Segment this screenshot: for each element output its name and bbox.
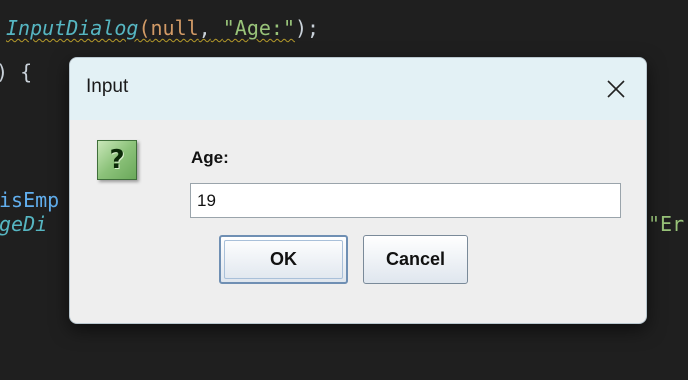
code-line-message-dialog: geDi — [0, 212, 48, 236]
code-string-literal: "Age:" — [222, 16, 296, 40]
cancel-button[interactable]: Cancel — [363, 235, 468, 284]
code-line-input-dialog: InputDialog(null, "Age:"); — [6, 16, 319, 40]
code-null-keyword: null — [150, 16, 199, 40]
dialog-title: Input — [86, 76, 129, 97]
code-method-name: InputDialog — [6, 16, 139, 40]
dialog-titlebar: Input — [70, 58, 646, 120]
code-line-isempty: isEmp — [0, 188, 60, 212]
question-glyph: ? — [109, 145, 125, 175]
age-input[interactable] — [190, 183, 621, 218]
question-icon: ? — [97, 140, 137, 180]
ok-button[interactable]: OK — [219, 235, 348, 284]
close-x-icon — [607, 80, 625, 98]
input-dialog: Input ? Age: OK Cancel — [69, 57, 647, 324]
code-open-paren: ( — [138, 16, 151, 40]
code-line-error-string: "Er — [648, 212, 685, 236]
close-button[interactable] — [596, 70, 636, 108]
cancel-button-label: Cancel — [385, 249, 446, 269]
code-close-paren: ); — [295, 16, 320, 40]
ok-button-label: OK — [270, 249, 297, 269]
code-comma: , — [198, 16, 211, 40]
code-line-brace: ) { — [0, 60, 33, 84]
age-prompt-label: Age: — [191, 148, 229, 167]
